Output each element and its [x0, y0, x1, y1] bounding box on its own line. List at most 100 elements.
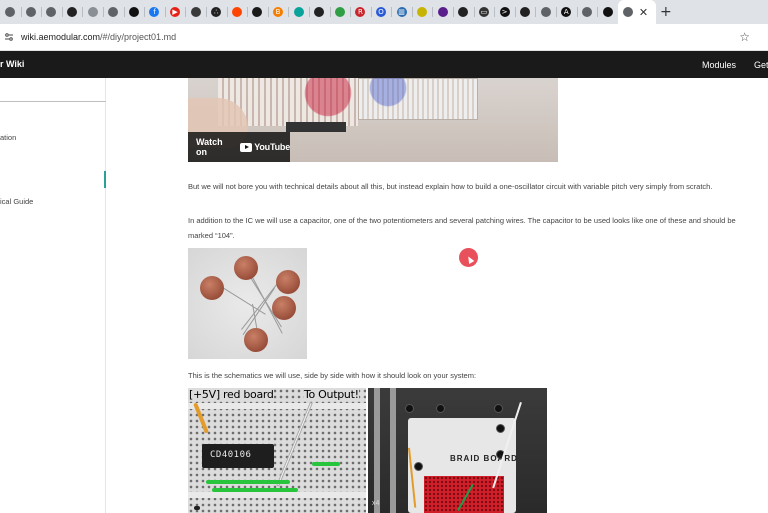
github-icon — [67, 7, 78, 17]
blogger-icon: B — [273, 7, 284, 17]
browser-tab[interactable]: ∴ — [205, 0, 227, 24]
schematic-rail — [188, 403, 366, 409]
chart-logo-icon: ▥ — [396, 7, 407, 17]
red-box-logo-icon: R — [355, 7, 366, 17]
dots-logo-icon: ∴ — [211, 7, 222, 17]
browser-tab[interactable] — [411, 0, 433, 24]
browser-tab[interactable]: f — [144, 0, 165, 24]
close-tab-icon[interactable]: ✕ — [639, 6, 648, 19]
video-frame-chip — [286, 122, 346, 132]
board-photo: BRAID BOARD x4 — [368, 388, 547, 513]
browser-tab[interactable]: B — [267, 0, 289, 24]
browser-tab[interactable] — [41, 0, 62, 24]
browser-tab[interactable] — [102, 0, 124, 24]
bookmark-star-icon[interactable]: ☆ — [739, 30, 750, 44]
sidebar-link-documentation[interactable]: ation — [0, 133, 16, 142]
schematic-white-wire — [276, 402, 313, 487]
board-photo-breadboard — [424, 476, 504, 513]
globe-icon — [87, 7, 98, 17]
main-content: Watch on YouTube But we will not bore yo… — [106, 78, 768, 513]
browser-tab[interactable]: A — [556, 0, 577, 24]
terminal-icon: > — [499, 7, 510, 17]
globe-icon — [622, 7, 633, 17]
site-info-icon[interactable] — [3, 31, 15, 43]
leaf-logo-icon — [334, 7, 345, 17]
dark-logo-icon — [602, 7, 613, 17]
globe-icon — [46, 7, 57, 17]
tab-strip: f ▶ ∴ B R O ▥ ▭ > A ✕ + — [0, 0, 768, 24]
browser-tab[interactable] — [226, 0, 248, 24]
sidebar: ation ical Guide — [0, 78, 106, 513]
globe-icon — [108, 7, 119, 17]
url-path: /#/diy/project01.md — [100, 32, 177, 42]
address-bar[interactable]: wiki.aemodular.com/#/diy/project01.md ☆ — [0, 24, 768, 51]
browser-tab[interactable] — [82, 0, 103, 24]
watch-on-youtube-button[interactable]: Watch on YouTube — [188, 132, 290, 162]
browser-tab[interactable]: ▭ — [473, 0, 495, 24]
board-photo-label: BRAID BOARD — [450, 454, 518, 463]
schematic-ic-label: CD40106 — [210, 450, 252, 460]
browser-tab[interactable]: R — [350, 0, 371, 24]
globe-icon — [25, 7, 36, 17]
nav-link-get[interactable]: Get — [754, 60, 768, 70]
schematic-label-power: [+5V] red board — [189, 388, 274, 401]
new-tab-button[interactable]: + — [656, 4, 676, 20]
browser-tab[interactable] — [123, 0, 145, 24]
schematic-rail — [188, 492, 366, 498]
site-navbar: r Wiki Modules Get — [0, 51, 768, 78]
browser-tab[interactable] — [20, 0, 42, 24]
keyboard-icon: ▭ — [478, 7, 489, 17]
browser-tab[interactable] — [288, 0, 309, 24]
board-photo-jack — [496, 424, 505, 433]
browser-tab[interactable] — [61, 0, 83, 24]
browser-tab[interactable] — [453, 0, 474, 24]
github-icon — [520, 7, 531, 17]
browser-window: f ▶ ∴ B R O ▥ ▭ > A ✕ + wiki.aemodular.com/#/diy/pr… — [0, 0, 768, 513]
video-frame-wires — [248, 78, 448, 128]
video-embed[interactable]: Watch on YouTube — [188, 78, 558, 162]
github-icon — [458, 7, 469, 17]
dark-logo-icon — [190, 7, 201, 17]
board-photo-rail — [374, 388, 380, 513]
browser-tab[interactable] — [597, 0, 618, 24]
paragraph-intro: But we will not bore you with technical … — [188, 182, 713, 191]
browser-tab[interactable] — [308, 0, 330, 24]
browser-tab[interactable]: ▥ — [391, 0, 412, 24]
url-text[interactable]: wiki.aemodular.com/#/diy/project01.md — [21, 32, 176, 42]
nav-link-modules[interactable]: Modules — [702, 60, 736, 70]
browser-tab[interactable] — [247, 0, 268, 24]
schematic-green-wire — [312, 462, 340, 466]
browser-tab-active[interactable]: ✕ — [617, 0, 656, 24]
capacitor-disc — [200, 276, 224, 300]
browser-tab[interactable]: O — [370, 0, 392, 24]
reddit-icon — [231, 7, 242, 17]
browser-tab[interactable] — [185, 0, 206, 24]
facebook-icon: f — [149, 7, 160, 17]
watch-on-label: Watch on — [196, 137, 223, 157]
site-brand[interactable]: r Wiki — [0, 59, 24, 69]
schematic-label-output: To Output! — [304, 388, 359, 401]
youtube-icon: ▶ — [170, 7, 181, 17]
browser-tab[interactable] — [576, 0, 598, 24]
browser-tab[interactable] — [514, 0, 536, 24]
board-photo-jack — [436, 404, 445, 413]
capacitor-disc — [276, 270, 300, 294]
schematic-green-wire — [212, 488, 298, 492]
capacitor-disc — [244, 328, 268, 352]
board-photo-corner-label: x4 — [372, 500, 380, 507]
youtube-play-icon — [239, 142, 253, 152]
browser-tab[interactable] — [0, 0, 21, 24]
sidebar-link-technical-guide[interactable]: ical Guide — [0, 197, 33, 206]
browser-tab[interactable] — [535, 0, 556, 24]
browser-tab[interactable] — [329, 0, 351, 24]
browser-tab[interactable]: ▶ — [164, 0, 186, 24]
url-host: wiki.aemodular.com — [21, 32, 101, 42]
board-photo-jack — [494, 404, 503, 413]
browser-tab[interactable]: > — [494, 0, 515, 24]
board-photo-rail — [390, 388, 396, 513]
letter-a-icon: A — [561, 7, 572, 17]
board-photo-jack — [405, 404, 414, 413]
youtube-wordmark: YouTube — [254, 142, 290, 152]
browser-tab[interactable] — [432, 0, 453, 24]
capacitor-photo — [188, 248, 307, 359]
